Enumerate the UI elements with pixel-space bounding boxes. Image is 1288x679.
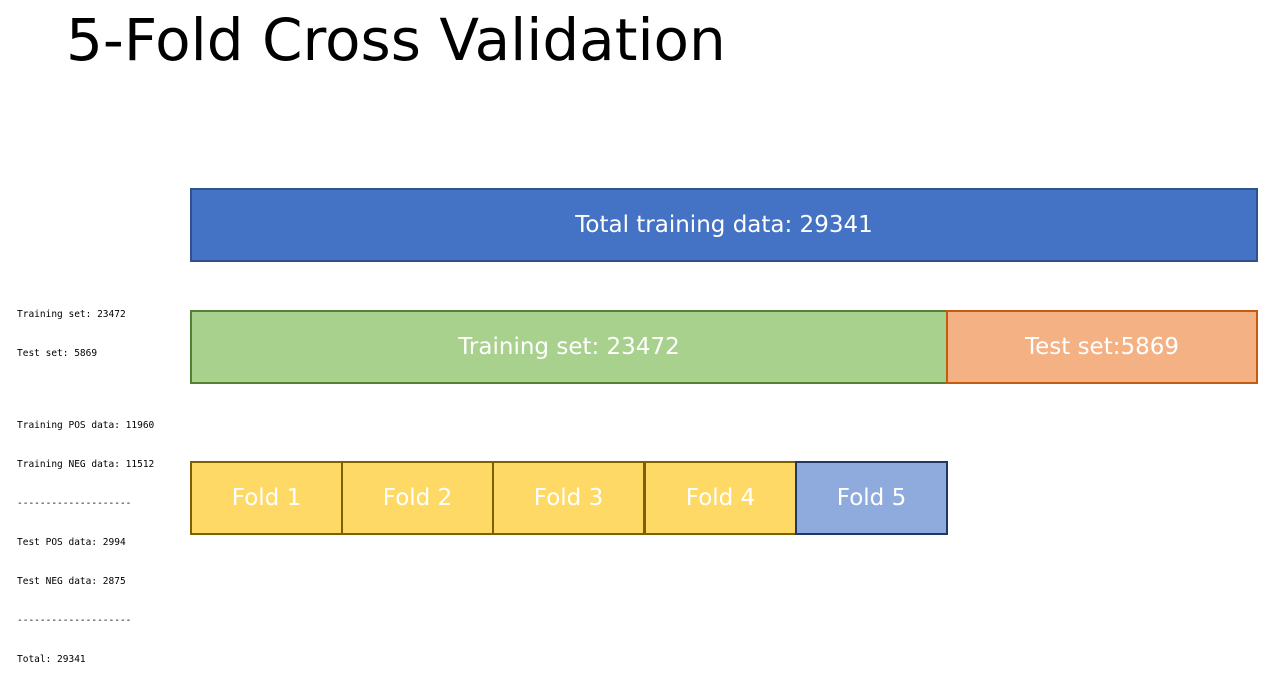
fold-1-box: Fold 1 <box>190 461 343 535</box>
console-output: Training set: 23472 Test set: 5869 Train… <box>17 282 154 679</box>
console-line: Total: 29341 <box>17 654 86 665</box>
console-divider: -------------------- <box>17 498 132 509</box>
test-set-bar: Test set:5869 <box>946 310 1258 384</box>
fold-label: Fold 5 <box>836 485 907 511</box>
fold-2-box: Fold 2 <box>341 461 494 535</box>
fold-label: Fold 2 <box>382 485 453 511</box>
fold-3-box: Fold 3 <box>492 461 645 535</box>
fold-label: Fold 1 <box>231 485 302 511</box>
page-title: 5-Fold Cross Validation <box>66 6 726 74</box>
training-set-bar: Training set: 23472 <box>190 310 948 384</box>
console-line: Training POS data: 11960 <box>17 420 155 431</box>
fold-5-box: Fold 5 <box>795 461 948 535</box>
console-line: Training set: 23472 <box>17 309 126 320</box>
console-divider: -------------------- <box>17 615 132 626</box>
training-set-label: Training set: 23472 <box>458 334 680 360</box>
fold-label: Fold 4 <box>685 485 756 511</box>
console-line: Test POS data: 2994 <box>17 537 126 548</box>
total-data-label: Total training data: 29341 <box>575 212 873 238</box>
total-data-bar: Total training data: 29341 <box>190 188 1258 262</box>
fold-label: Fold 3 <box>533 485 604 511</box>
console-line: Training NEG data: 11512 <box>17 459 155 470</box>
console-line: Test set: 5869 <box>17 348 98 359</box>
fold-4-box: Fold 4 <box>644 461 797 535</box>
test-set-label: Test set:5869 <box>1024 334 1180 360</box>
